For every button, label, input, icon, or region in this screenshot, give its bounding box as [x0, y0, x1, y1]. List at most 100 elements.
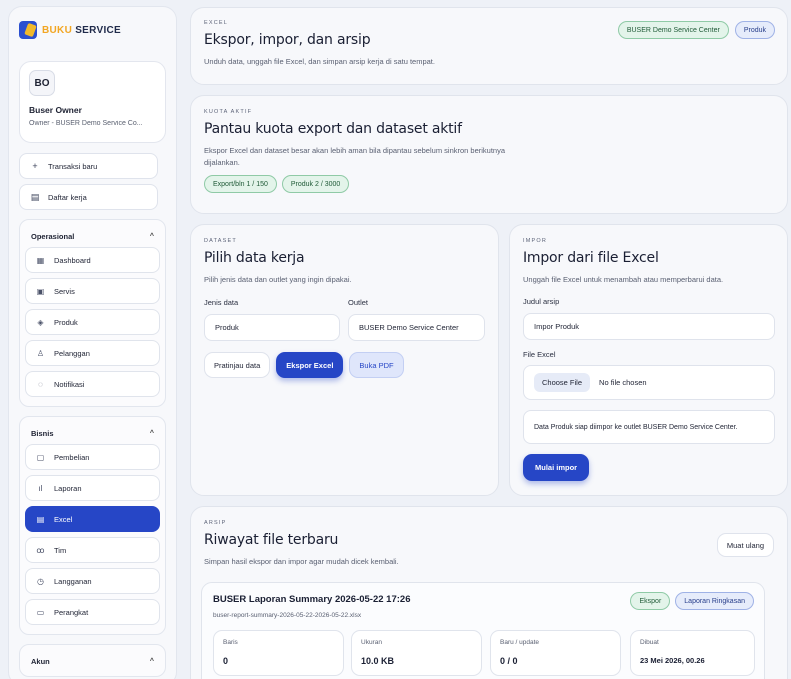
jenis-data-select[interactable]: Produk	[204, 314, 340, 341]
stat-new-update: Baru / update 0 / 0	[490, 630, 621, 676]
open-pdf-button[interactable]: Buka PDF	[349, 352, 404, 378]
archive-entry[interactable]: BUSER Laporan Summary 2026-05-22 17:26 b…	[201, 582, 765, 679]
nav-group-header[interactable]: Akun ^	[25, 650, 160, 672]
quick-action-label: Transaksi baru	[48, 161, 98, 171]
sidebar-item-tim[interactable]: ꝏ Tim	[25, 537, 160, 563]
type-badge: Produk	[734, 21, 775, 39]
nav-group-header[interactable]: Operasional ^	[25, 225, 160, 247]
brand-part2: SERVICE	[75, 24, 122, 36]
chevron-up-icon: ^	[149, 429, 154, 437]
profile-card[interactable]: BO Buser Owner Owner - BUSER Demo Servic…	[19, 61, 166, 143]
dataset-title: Pilih data kerja	[204, 250, 305, 266]
sidebar-item-pelanggan[interactable]: ♙ Pelanggan	[25, 340, 160, 366]
archive-title: Riwayat file terbaru	[204, 532, 339, 548]
stat-label: Ukuran	[361, 639, 382, 646]
sidebar-item-pembelian[interactable]: ▢ Pembelian	[25, 444, 160, 470]
sidebar-item-label: Tim	[54, 545, 67, 555]
file-input[interactable]: Choose File No file chosen	[523, 365, 775, 400]
archive-entry-title: BUSER Laporan Summary 2026-05-22 17:26	[213, 594, 411, 605]
import-card: IMPOR Impor dari file Excel Unggah file …	[509, 224, 788, 496]
sidebar-item-label: Langganan	[54, 576, 92, 586]
excel-file-label: File Excel	[523, 350, 556, 359]
quota-description: Ekspor Excel dan dataset besar akan lebi…	[204, 145, 774, 169]
sidebar-item-label: Pelanggan	[54, 348, 90, 358]
stat-label: Dibuat	[640, 639, 659, 646]
header-description: Unduh data, unggah file Excel, dan simpa…	[204, 57, 435, 66]
stat-size: Ukuran 10.0 KB	[351, 630, 482, 676]
archive-entry-filename: buser-report-summary-2026-05-22-2026-05-…	[213, 612, 362, 619]
grid-icon: ▦	[36, 255, 45, 265]
brand-logo-icon	[19, 21, 37, 39]
stat-value: 0	[223, 656, 229, 666]
dataset-card: DATASET Pilih data kerja Pilih jenis dat…	[190, 224, 499, 496]
nav-group-header[interactable]: Bisnis ^	[25, 422, 160, 444]
report-type-tag: Laporan Ringkasan	[675, 592, 754, 610]
sidebar-item-label: Perangkat	[54, 607, 89, 617]
new-transaction-button[interactable]: + Transaksi baru	[19, 153, 158, 179]
team-icon: ꝏ	[36, 545, 45, 555]
sidebar-item-perangkat[interactable]: ▭ Perangkat	[25, 599, 160, 625]
dataset-kicker: DATASET	[204, 238, 237, 244]
sidebar-item-label: Laporan	[54, 483, 82, 493]
brand[interactable]: BUKU SERVICE	[19, 17, 166, 43]
brand-part1: BUKU	[42, 24, 73, 36]
header-card: EXCEL Ekspor, impor, dan arsip Unduh dat…	[190, 7, 788, 85]
nav-group-operasional: Operasional ^ ▦ Dashboard ▣ Servis ◈ Pro…	[19, 219, 166, 407]
sidebar-item-laporan[interactable]: ıl Laporan	[25, 475, 160, 501]
outlet-select[interactable]: BUSER Demo Service Center	[348, 314, 485, 341]
box-icon: ◈	[37, 317, 44, 327]
nav-group-title: Operasional	[31, 231, 75, 241]
quick-action-label: Daftar kerja	[48, 192, 87, 202]
quick-actions: + Transaksi baru ▤ Daftar kerja	[19, 153, 166, 210]
sidebar-item-label: Dashboard	[54, 255, 91, 265]
bag-icon: ▢	[36, 452, 45, 462]
archive-kicker: ARSIP	[204, 520, 227, 526]
product-quota-pill: Produk 2 / 3000	[281, 175, 350, 193]
sidebar-item-servis[interactable]: ▣ Servis	[25, 278, 160, 304]
sidebar-item-langganan[interactable]: ◷ Langganan	[25, 568, 160, 594]
export-quota-pill: Export/bln 1 / 150	[204, 175, 277, 193]
quota-title: Pantau kuota export dan dataset aktif	[204, 121, 462, 137]
quota-kicker: KUOTA AKTIF	[204, 109, 253, 115]
sidebar-item-produk[interactable]: ◈ Produk	[25, 309, 160, 335]
file-icon: ▤	[36, 514, 45, 524]
preview-button[interactable]: Pratinjau data	[204, 352, 271, 378]
sidebar-item-dashboard[interactable]: ▦ Dashboard	[25, 247, 160, 273]
archive-description: Simpan hasil ekspor dan impor agar mudah…	[204, 557, 399, 566]
stat-value: 23 Mei 2026, 00.26	[640, 656, 705, 665]
choose-file-button[interactable]: Choose File	[534, 373, 591, 392]
monitor-icon: ▭	[36, 607, 45, 617]
outlet-badge: BUSER Demo Service Center	[617, 21, 729, 39]
archive-title-input[interactable]: Impor Produk	[523, 313, 775, 340]
no-file-text: No file chosen	[599, 378, 647, 387]
quota-card: KUOTA AKTIF Pantau kuota export dan data…	[190, 95, 788, 214]
sidebar: BUKU SERVICE BO Buser Owner Owner - BUSE…	[8, 6, 177, 679]
sidebar-item-label: Notifikasi	[54, 379, 85, 389]
sidebar-item-notifikasi[interactable]: ◌ Notifikasi	[25, 371, 160, 397]
reload-button[interactable]: Muat ulang	[716, 533, 774, 557]
start-import-button[interactable]: Mulai impor	[523, 454, 590, 481]
archive-card: ARSIP Riwayat file terbaru Simpan hasil …	[190, 506, 788, 679]
export-excel-button[interactable]: Ekspor Excel	[276, 352, 344, 378]
wrench-icon: ▣	[36, 286, 45, 296]
sidebar-item-excel[interactable]: ▤ Excel	[25, 506, 160, 532]
stat-label: Baris	[223, 639, 238, 646]
clock-icon: ◷	[37, 576, 44, 586]
export-tag: Ekspor	[630, 592, 671, 610]
clipboard-icon: ▤	[30, 191, 40, 202]
chevron-up-icon: ^	[149, 232, 154, 240]
work-list-button[interactable]: ▤ Daftar kerja	[19, 184, 158, 210]
avatar: BO	[29, 70, 55, 96]
import-info-box: Data Produk siap diimpor ke outlet BUSER…	[523, 410, 775, 444]
outlet-label: Outlet	[348, 298, 369, 307]
chevron-up-icon: ^	[149, 657, 154, 665]
stat-value: 10.0 KB	[361, 656, 395, 666]
quota-desc-line: dijalankan.	[204, 158, 240, 167]
sidebar-item-label: Excel	[54, 514, 73, 524]
stat-rows: Baris 0	[213, 630, 344, 676]
import-description: Unggah file Excel untuk menambah atau me…	[523, 275, 724, 284]
profile-subtitle: Owner - BUSER Demo Service Co...	[29, 120, 143, 127]
plus-icon: +	[32, 161, 38, 171]
import-title: Impor dari file Excel	[523, 250, 659, 266]
nav-group-title: Akun	[31, 656, 50, 666]
